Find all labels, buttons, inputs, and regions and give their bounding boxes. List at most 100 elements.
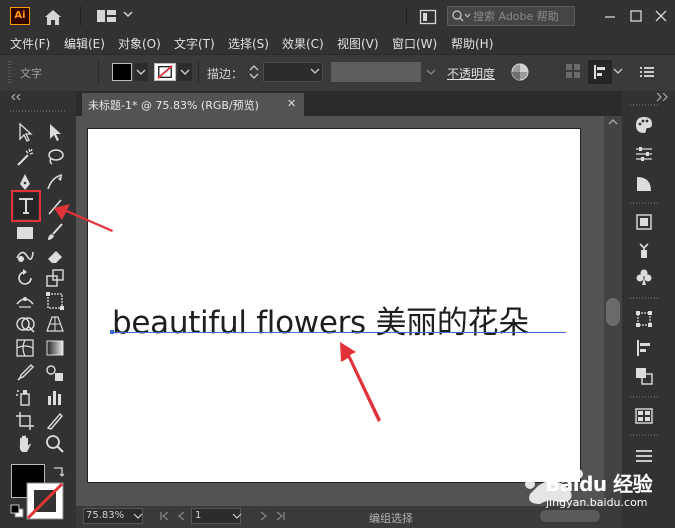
close-icon[interactable] xyxy=(651,8,671,24)
pathfinder-panel-icon[interactable] xyxy=(634,366,654,386)
align-left-icon xyxy=(594,65,605,79)
artboard-number-value: 1 xyxy=(195,510,202,521)
scale-tool-icon[interactable] xyxy=(44,267,66,289)
color-palette-icon[interactable] xyxy=(634,115,654,135)
document-tab-title[interactable]: 未标题-1* @ 75.83% (RGB/预览) xyxy=(88,97,259,113)
next-artboard-icon[interactable] xyxy=(259,511,269,521)
chevron-down-icon[interactable] xyxy=(134,63,148,81)
chevron-down-icon[interactable] xyxy=(310,66,320,76)
control-separator xyxy=(198,60,199,84)
width-tool-icon[interactable] xyxy=(14,290,36,312)
selection-type-label: 文字 xyxy=(20,67,42,80)
status-text[interactable]: 编组选择 xyxy=(369,510,413,526)
fill-color-swatch[interactable] xyxy=(112,63,132,81)
search-icon xyxy=(452,10,471,22)
tools-panel-grip[interactable] xyxy=(10,110,66,112)
expand-panels-icon[interactable] xyxy=(655,93,669,101)
scroll-up-icon[interactable] xyxy=(607,117,619,127)
eyedropper-tool-icon[interactable] xyxy=(14,362,36,384)
dock-grip[interactable] xyxy=(630,434,658,436)
magic-wand-tool-icon[interactable] xyxy=(14,146,36,168)
chevron-down-icon[interactable] xyxy=(232,512,242,520)
workspace-layout-icon[interactable] xyxy=(96,9,118,23)
collapse-panel-icon[interactable] xyxy=(10,94,22,100)
menu-window[interactable]: 窗口(W) xyxy=(392,35,437,52)
control-bar-grip[interactable] xyxy=(8,61,11,83)
type-tool-icon[interactable] xyxy=(15,195,37,217)
menu-help[interactable]: 帮助(H) xyxy=(451,35,493,52)
text-baseline xyxy=(111,332,566,333)
chevron-down-icon[interactable] xyxy=(424,62,438,82)
chevron-down-icon[interactable] xyxy=(612,66,624,76)
align-panel-icon[interactable] xyxy=(634,338,654,358)
transform-panel-icon[interactable] xyxy=(634,309,654,329)
free-transform-tool-icon[interactable] xyxy=(44,290,66,312)
gradient-tool-icon[interactable] xyxy=(44,337,66,359)
stroke-weight-stepper[interactable] xyxy=(247,62,261,82)
dock-grip[interactable] xyxy=(630,104,658,106)
rotate-tool-icon[interactable] xyxy=(14,267,36,289)
close-tab-icon[interactable]: ✕ xyxy=(287,97,296,110)
menu-type[interactable]: 文字(T) xyxy=(174,35,215,52)
slice-tool-icon[interactable] xyxy=(44,410,66,432)
first-artboard-icon[interactable] xyxy=(159,511,169,521)
minimize-icon[interactable] xyxy=(600,8,620,24)
color-guide-icon[interactable] xyxy=(634,144,654,164)
menu-file[interactable]: 文件(F) xyxy=(10,35,50,52)
watermark-brand: Baidu 经验 xyxy=(545,472,653,496)
previous-artboard-icon[interactable] xyxy=(176,511,186,521)
zoom-level-value: 75.83% xyxy=(86,510,125,521)
arrange-documents-icon[interactable] xyxy=(419,9,437,25)
stroke-color-swatch[interactable] xyxy=(154,63,176,81)
rectangle-tool-icon[interactable] xyxy=(14,221,36,243)
gradient-panel-icon[interactable] xyxy=(634,174,654,194)
hand-tool-icon[interactable] xyxy=(14,433,36,455)
curvature-tool-icon[interactable] xyxy=(44,171,66,193)
column-graph-tool-icon[interactable] xyxy=(44,386,66,408)
menu-view[interactable]: 视图(V) xyxy=(337,35,379,52)
annotation-arrow-icon xyxy=(54,204,113,232)
text-anchor-point[interactable] xyxy=(110,330,114,334)
mesh-tool-icon[interactable] xyxy=(14,337,36,359)
chevron-down-icon[interactable] xyxy=(123,9,133,19)
dock-grip[interactable] xyxy=(630,396,658,398)
symbols-club-icon[interactable] xyxy=(634,267,654,287)
recolor-artwork-icon[interactable] xyxy=(510,62,530,82)
direct-selection-tool-icon[interactable] xyxy=(44,121,66,143)
dock-grip[interactable] xyxy=(630,202,658,204)
eraser-tool-icon[interactable] xyxy=(44,244,66,266)
shape-builder-tool-icon[interactable] xyxy=(14,313,36,335)
menu-object[interactable]: 对象(O) xyxy=(118,35,161,52)
default-colors-icon[interactable] xyxy=(10,504,24,518)
opacity-link[interactable]: 不透明度 xyxy=(447,65,495,82)
zoom-tool-icon[interactable] xyxy=(44,433,66,455)
maximize-icon[interactable] xyxy=(626,8,646,24)
lasso-tool-icon[interactable] xyxy=(44,146,66,168)
home-icon[interactable] xyxy=(42,7,64,27)
last-artboard-icon[interactable] xyxy=(276,511,286,521)
align-grid-icon[interactable] xyxy=(565,63,581,79)
search-placeholder: 搜索 Adobe 帮助 xyxy=(473,10,559,23)
selection-tool-icon[interactable] xyxy=(14,121,36,143)
artboard-tool-icon[interactable] xyxy=(14,410,36,432)
brushes-panel-icon[interactable] xyxy=(634,240,654,260)
chevron-down-icon[interactable] xyxy=(178,63,192,81)
layers-panel-icon[interactable] xyxy=(634,406,654,426)
menu-effect[interactable]: 效果(C) xyxy=(282,35,324,52)
vertical-scroll-thumb[interactable] xyxy=(606,298,620,326)
variable-width-profile[interactable] xyxy=(331,62,421,82)
symbols-panel-icon[interactable] xyxy=(634,212,654,232)
chevron-down-icon[interactable] xyxy=(133,512,143,520)
symbol-sprayer-tool-icon[interactable] xyxy=(14,386,36,408)
artboard-text-object[interactable]: beautiful flowers 美丽的花朵 xyxy=(112,297,529,342)
perspective-grid-tool-icon[interactable] xyxy=(44,313,66,335)
dock-grip[interactable] xyxy=(630,297,658,299)
panel-menu-icon[interactable] xyxy=(640,66,654,78)
swap-colors-icon[interactable] xyxy=(52,464,66,478)
title-separator xyxy=(80,6,81,26)
blend-tool-icon[interactable] xyxy=(44,362,66,384)
stroke-swatch[interactable] xyxy=(26,482,64,520)
menu-select[interactable]: 选择(S) xyxy=(228,35,269,52)
menu-edit[interactable]: 编辑(E) xyxy=(64,35,105,52)
shaper-tool-icon[interactable] xyxy=(14,244,36,266)
